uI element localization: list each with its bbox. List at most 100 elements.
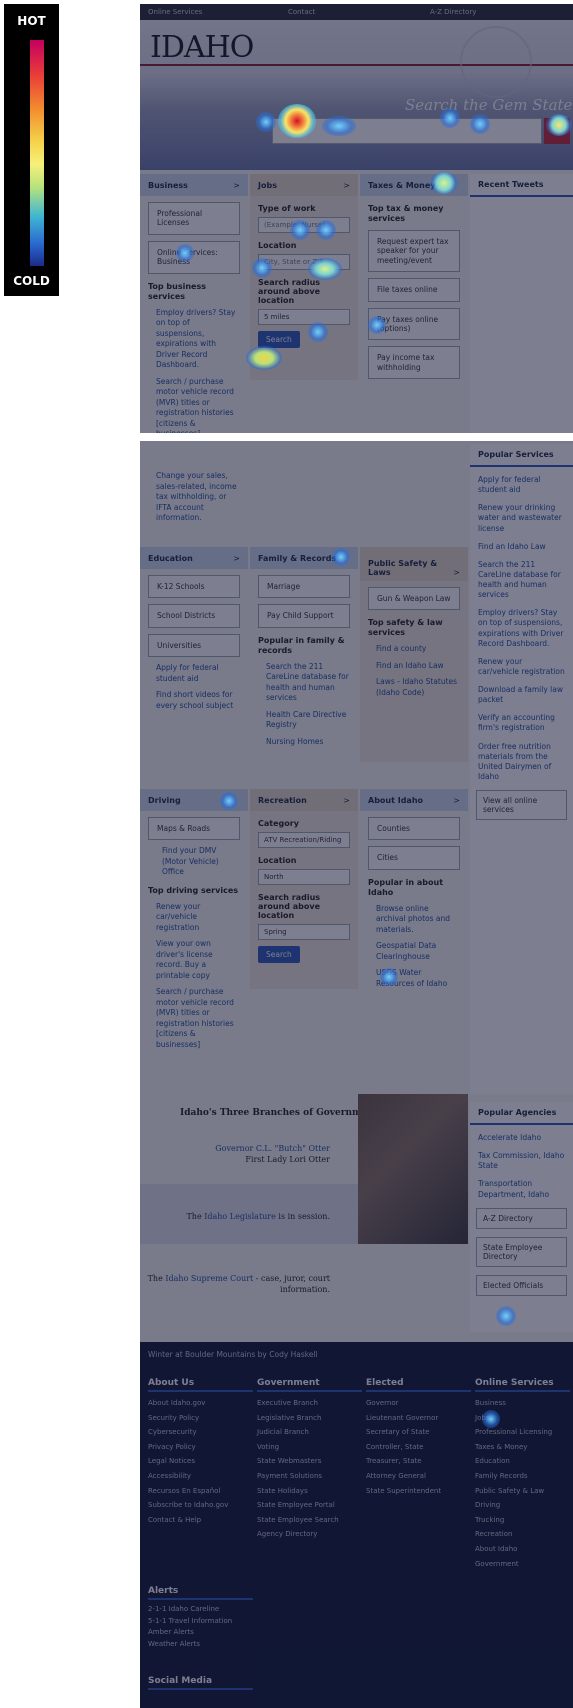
alert-link[interactable]: Amber Alerts [148,1627,253,1639]
marriage-button[interactable]: Marriage [258,575,350,599]
professional-licenses-button[interactable]: Professional Licenses [148,202,240,235]
popular-service-link[interactable]: Download a family law packet [478,685,565,705]
tax-speaker-button[interactable]: Request expert tax speaker for your meet… [368,230,460,273]
jobs-radius-select[interactable]: 5 miles [258,309,350,325]
recreation-location-select[interactable]: North [258,869,350,885]
maps-roads-button[interactable]: Maps & Roads [148,817,240,841]
pay-withholding-button[interactable]: Pay income tax withholding [368,346,460,379]
footer-link[interactable]: State Superintendent [366,1484,471,1499]
legislature-link[interactable]: Idaho Legislature [204,1212,276,1221]
footer-link[interactable]: Contact & Help [148,1513,253,1528]
footer-link[interactable]: Accessibility [148,1469,253,1484]
supreme-court-link[interactable]: Idaho Supreme Court [165,1274,253,1283]
popular-service-link[interactable]: Apply for federal student aid [478,475,565,495]
agency-link[interactable]: Tax Commission, Idaho State [478,1151,565,1171]
about-header[interactable]: About Idaho > [360,789,468,811]
family-link[interactable]: Nursing Homes [266,737,350,748]
pay-child-support-button[interactable]: Pay Child Support [258,604,350,628]
footer-link[interactable]: Executive Branch [257,1396,362,1411]
footer-link[interactable]: Legislative Branch [257,1411,362,1426]
footer-link[interactable]: State Webmasters [257,1454,362,1469]
state-employee-directory-button[interactable]: State Employee Directory [476,1236,567,1267]
online-services-link[interactable]: Online Services [148,8,202,16]
footer-link[interactable]: Driving [475,1498,570,1513]
popular-service-link[interactable]: Verify an accounting firm's registration [478,713,565,733]
footer-link[interactable]: Governor [366,1396,471,1411]
jobs-location-input[interactable]: City, State or ZIP [258,254,350,270]
footer-link[interactable]: Taxes & Money [475,1440,570,1455]
alert-link[interactable]: 5-1-1 Travel Information [148,1616,253,1628]
gun-weapon-law-button[interactable]: Gun & Weapon Law [368,587,460,611]
footer-link[interactable]: About Idaho [475,1542,570,1557]
popular-service-link[interactable]: Employ drivers? Stay on top of suspensio… [478,608,565,649]
business-link-2[interactable]: Search / purchase motor vehicle record (… [156,377,240,440]
find-dmv-link[interactable]: Find your DMV (Motor Vehicle) Office [162,846,240,878]
category-select[interactable]: ATV Recreation/Riding [258,832,350,848]
popular-service-link[interactable]: Renew your drinking water and wastewater… [478,503,565,533]
education-link[interactable]: Apply for federal student aid [156,663,240,684]
popular-service-link[interactable]: Search the 211 CareLine database for hea… [478,560,565,601]
popular-service-link[interactable]: Order free nutrition materials from the … [478,742,565,783]
about-link[interactable]: USGS Water Resources of Idaho [376,968,460,989]
elected-officials-button[interactable]: Elected Officials [476,1274,567,1296]
business-header[interactable]: Business > [140,174,248,196]
footer-link[interactable]: Recursos En Español [148,1484,253,1499]
popular-service-link[interactable]: Renew your car/vehicle registration [478,657,565,677]
family-header[interactable]: Family & Records [250,547,358,569]
business-link-3[interactable]: Change your sales, sales-related, income… [156,471,240,524]
az-directory-link[interactable]: A-Z Directory [430,8,476,16]
education-link[interactable]: Find short videos for every school subje… [156,690,240,711]
footer-link[interactable]: State Employee Portal [257,1498,362,1513]
safety-link[interactable]: Find a county [376,644,460,655]
agency-link[interactable]: Accelerate Idaho [478,1133,565,1143]
recreation-search-button[interactable]: Search [258,946,300,963]
footer-link[interactable]: Voting [257,1440,362,1455]
footer-link[interactable]: Cybersecurity [148,1425,253,1440]
footer-link[interactable]: State Employee Search [257,1513,362,1528]
footer-link[interactable]: About Idaho.gov [148,1396,253,1411]
online-services-business-button[interactable]: Online Services: Business [148,240,240,274]
file-taxes-button[interactable]: File taxes online [368,278,460,302]
search-button[interactable] [544,118,570,144]
popular-service-link[interactable]: Find an Idaho Law [478,542,565,552]
footer-link[interactable]: Family Records [475,1469,570,1484]
about-link[interactable]: Browse online archival photos and materi… [376,904,460,936]
safety-header[interactable]: Public Safety & Laws > [360,547,468,581]
agency-link[interactable]: Transportation Department, Idaho [478,1179,565,1199]
footer-link[interactable]: Attorney General [366,1469,471,1484]
contact-link[interactable]: Contact [288,8,315,16]
school-districts-button[interactable]: School Districts [148,604,240,628]
recreation-header[interactable]: Recreation > [250,789,358,811]
governor-link[interactable]: Governor C.L. "Butch" Otter [215,1144,330,1153]
jobs-search-button[interactable]: Search [258,331,300,348]
cities-button[interactable]: Cities [368,846,460,870]
education-header[interactable]: Education > [140,547,248,569]
recreation-radius-select[interactable]: Spring [258,924,350,940]
k12-schools-button[interactable]: K-12 Schools [148,575,240,599]
alert-link[interactable]: Weather Alerts [148,1639,253,1651]
view-all-services-button[interactable]: View all online services [476,790,567,820]
universities-button[interactable]: Universities [148,633,240,658]
footer-link[interactable]: Secretary of State [366,1425,471,1440]
footer-link[interactable]: State Holidays [257,1484,362,1499]
type-of-work-input[interactable]: (Example: Nurse) [258,217,350,233]
footer-link[interactable]: Privacy Policy [148,1440,253,1455]
footer-link[interactable]: Security Policy [148,1411,253,1426]
family-link[interactable]: Health Care Directive Registry [266,710,350,731]
driving-link[interactable]: Renew your car/vehicle registration [156,902,240,934]
pay-taxes-button[interactable]: Pay taxes online (options) [368,307,460,341]
taxes-header[interactable]: Taxes & Money [360,174,468,196]
driving-link[interactable]: View your own driver's license record. B… [156,939,240,981]
family-link[interactable]: Search the 211 CareLine database for hea… [266,662,350,704]
idaho-logo[interactable]: IDAHO [150,30,254,65]
footer-link[interactable]: Subscribe to Idaho.gov [148,1498,253,1513]
footer-link[interactable]: Legal Notices [148,1454,253,1469]
footer-link[interactable]: Payment Solutions [257,1469,362,1484]
footer-link[interactable]: Lieutenant Governor [366,1411,471,1426]
footer-link[interactable]: Treasurer, State [366,1454,471,1469]
business-link-1[interactable]: Employ drivers? Stay on top of suspensio… [156,308,240,371]
footer-link[interactable]: Recreation [475,1527,570,1542]
alert-link[interactable]: 2-1-1 Idaho Careline [148,1604,253,1616]
about-link[interactable]: Geospatial Data Clearinghouse [376,941,460,962]
driving-header[interactable]: Driving [140,789,248,811]
